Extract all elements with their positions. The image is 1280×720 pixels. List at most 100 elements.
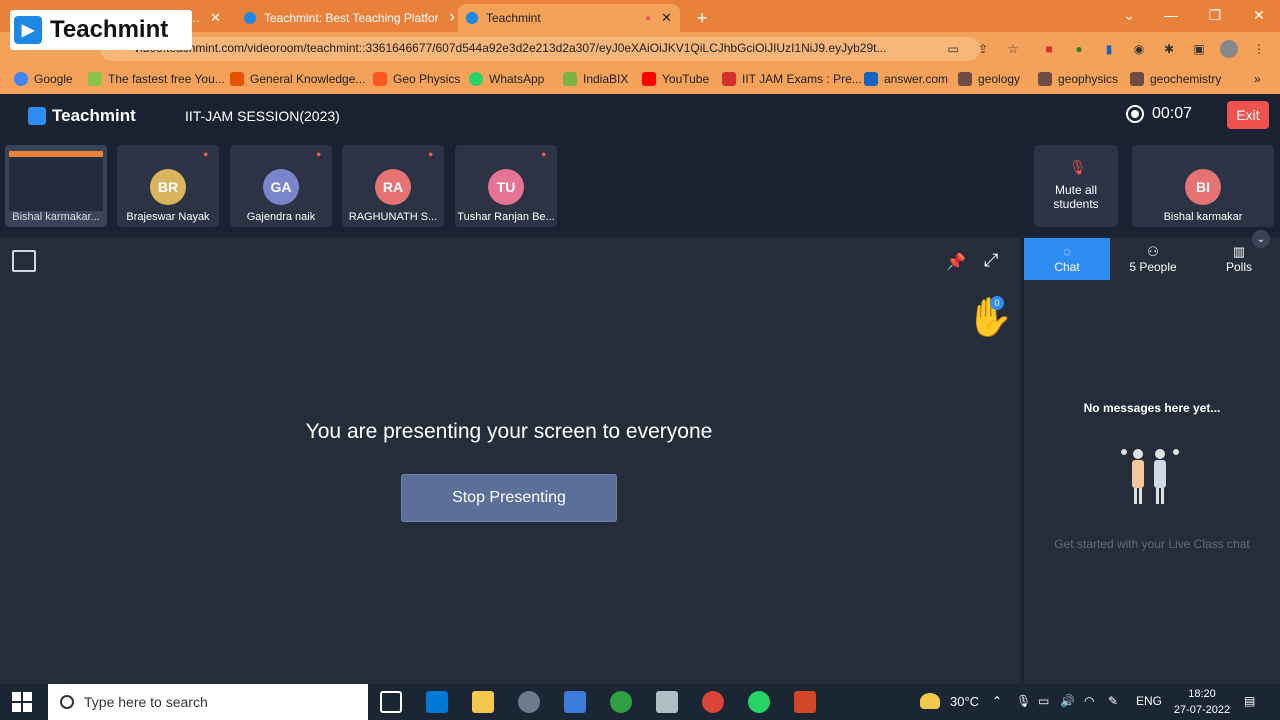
browser-tab-active[interactable]: Teachmint ● ✕ <box>458 4 680 32</box>
wifi-icon[interactable]: ◠ <box>1084 694 1094 708</box>
bookmark-whatsapp[interactable]: WhatsApp <box>469 72 544 86</box>
task-view-icon[interactable] <box>380 691 402 713</box>
extension-icon[interactable]: ◉ <box>1130 40 1148 58</box>
bookmark-google[interactable]: Google <box>14 72 73 86</box>
windows-start-icon[interactable] <box>12 692 32 712</box>
participant-name: Brajeswar Nayak <box>126 211 210 223</box>
battery-icon[interactable]: ▭ <box>1038 694 1049 708</box>
mail-app-icon[interactable] <box>426 691 448 713</box>
presenting-message: You are presenting your screen to everyo… <box>305 420 713 443</box>
cast-icon[interactable]: ▭ <box>944 40 962 58</box>
presentation-stage <box>0 238 1020 684</box>
timer-text: 00:07 <box>1152 105 1193 122</box>
bookmark-youtube[interactable]: YouTube <box>642 72 709 86</box>
browser-tab[interactable]: Teachmint: Best Teaching Platfor ✕ <box>236 4 454 32</box>
bookmark-item[interactable]: geophysics <box>1038 72 1118 86</box>
empty-chat-title: No messages here yet... <box>1083 401 1221 415</box>
mic-off-icon: ● <box>541 149 547 159</box>
mic-off-icon: 🎙 <box>1069 159 1087 175</box>
hand-count-badge: 0 <box>990 296 1004 310</box>
share-icon[interactable]: ⇪ <box>974 40 992 58</box>
extension-icon[interactable]: ▮ <box>1100 40 1118 58</box>
bookmark-star-icon[interactable]: ☆ <box>1004 40 1022 58</box>
bookmark-item[interactable]: geology <box>958 72 1020 86</box>
extension-icon[interactable]: ● <box>1070 40 1088 58</box>
bookmark-item[interactable]: geochemistry <box>1130 72 1221 86</box>
bookmark-item[interactable]: General Knowledge... <box>230 72 365 86</box>
bookmark-item[interactable]: IndiaBIX <box>563 72 628 86</box>
clock-time: 18:20 <box>1188 688 1216 700</box>
volume-icon[interactable]: 🔊 <box>1060 694 1075 708</box>
bookmark-item[interactable]: IIT JAM Exams : Pre... <box>722 72 862 86</box>
close-tab-icon[interactable]: ✕ <box>210 10 221 26</box>
teachmint-logo-icon: ▶ <box>14 16 42 44</box>
watermark-text: Teachmint <box>50 16 169 43</box>
participant-name: RAGHUNATH S... <box>348 211 438 223</box>
close-tab-icon[interactable]: ✕ <box>661 10 672 26</box>
teachmint-logo: Teachmint <box>28 106 136 126</box>
mute-all-students-button[interactable]: 🎙 Mute all students <box>1034 145 1118 227</box>
exit-button[interactable]: Exit <box>1227 101 1269 129</box>
new-tab-button[interactable]: + <box>688 4 716 32</box>
app-icon[interactable] <box>564 691 586 713</box>
bookmark-item[interactable]: Geo Physics <box>373 72 460 86</box>
blogger-icon <box>373 72 387 86</box>
tray-chevron-up-icon[interactable]: ⌃ <box>992 694 1002 708</box>
bookmark-item[interactable]: The fastest free You... <box>88 72 225 86</box>
minimize-stage-icon[interactable] <box>12 250 36 272</box>
chrome-icon[interactable] <box>702 691 724 713</box>
puzzle-icon[interactable]: ✱ <box>1160 40 1178 58</box>
avatar: BR <box>150 169 186 205</box>
close-window-icon[interactable]: ✕ <box>1238 0 1280 30</box>
mic-off-icon: ● <box>203 149 209 159</box>
participant-tile[interactable]: ● BR Brajeswar Nayak <box>117 145 219 227</box>
notifications-icon[interactable]: ▤ <box>1244 694 1255 708</box>
whatsapp-icon[interactable] <box>748 691 770 713</box>
bookmarks-overflow-button[interactable]: » <box>1254 72 1261 86</box>
self-video-tile[interactable]: Bishal karmakar... <box>5 145 107 227</box>
powerpoint-icon[interactable] <box>794 691 816 713</box>
address-bar-row: video.teachmint.com/videoroom/teachmint:… <box>0 32 1280 66</box>
weather-icon[interactable] <box>920 693 940 709</box>
empty-chat-hint: Get started with your Live Class chat <box>1054 537 1250 551</box>
profile-avatar[interactable] <box>1220 40 1238 58</box>
stop-presenting-button[interactable]: Stop Presenting <box>401 474 617 522</box>
tab-label: Teachmint <box>486 11 541 25</box>
tab-polls[interactable]: ▥ Polls <box>1196 238 1280 280</box>
participant-tile[interactable]: ● GA Gajendra naik <box>230 145 332 227</box>
file-explorer-icon[interactable] <box>472 691 494 713</box>
bookmark-item[interactable]: answer.com <box>864 72 948 86</box>
close-tab-icon[interactable]: ✕ <box>449 10 454 26</box>
microphone-icon[interactable]: 🎙 <box>1016 694 1031 708</box>
weather-temperature[interactable]: 30°C <box>950 694 979 709</box>
fullscreen-icon[interactable]: ⤢ <box>984 250 998 271</box>
recording-timer: 00:07 <box>1126 105 1192 123</box>
pin-icon[interactable]: 📌 <box>946 252 966 272</box>
extension-icon[interactable]: ■ <box>1040 40 1058 58</box>
minimize-window-icon[interactable]: — <box>1150 0 1192 30</box>
avatar: BI <box>1185 169 1221 205</box>
participant-tile[interactable]: ● TU Tushar Ranjan Be... <box>455 145 557 227</box>
clock[interactable]: 18:20 27-07-2022 <box>1172 686 1232 718</box>
restore-window-icon[interactable]: ❐ <box>1194 0 1236 30</box>
clock-date: 27-07-2022 <box>1173 704 1231 716</box>
tab-chat[interactable]: ◌ Chat <box>1024 238 1110 280</box>
bookmark-icon <box>864 72 878 86</box>
language-indicator[interactable]: ENG <box>1136 694 1162 708</box>
menu-dots-icon[interactable]: ⋮ <box>1250 40 1268 58</box>
chat-empty-illustration <box>1121 449 1179 504</box>
pen-icon[interactable]: ✎ <box>1108 694 1118 708</box>
participant-tile[interactable]: ● RA RAGHUNATH S... <box>342 145 444 227</box>
side-panel-icon[interactable]: ▣ <box>1190 40 1208 58</box>
address-bar[interactable]: video.teachmint.com/videoroom/teachmint:… <box>100 37 980 61</box>
session-title: IIT-JAM SESSION(2023) <box>185 108 340 124</box>
tab-people[interactable]: ⚇ 5 People <box>1110 238 1196 280</box>
tab-search-icon[interactable]: ⌄ <box>1108 0 1150 30</box>
edge-browser-icon[interactable] <box>610 691 632 713</box>
settings-gear-icon[interactable] <box>518 691 540 713</box>
bookmark-icon <box>88 72 102 86</box>
poll-icon: ▥ <box>1232 244 1246 259</box>
taskbar-search-input[interactable]: Type here to search <box>48 684 368 720</box>
host-tile[interactable]: BI Bishal karmakar <box>1132 145 1274 227</box>
app-icon[interactable] <box>656 691 678 713</box>
